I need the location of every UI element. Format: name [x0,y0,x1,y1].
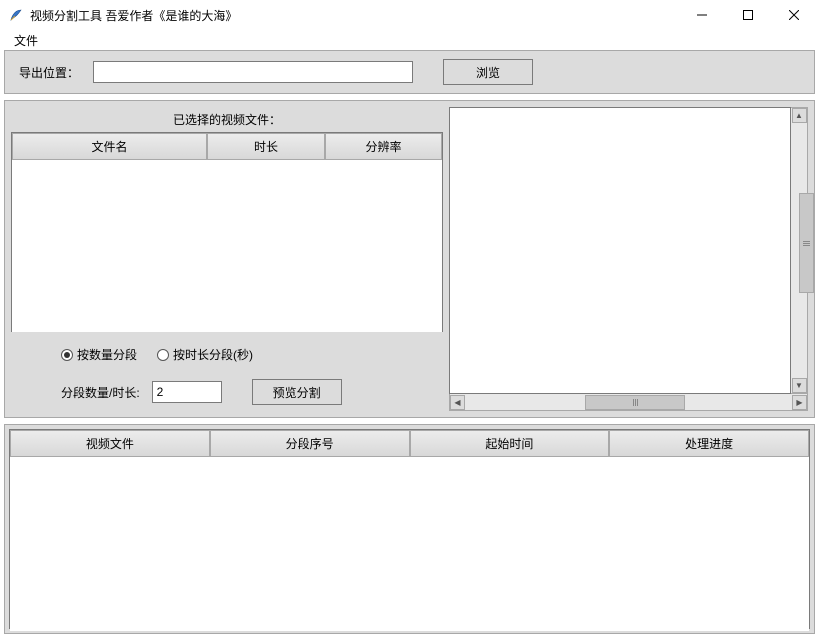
radio-by-duration[interactable]: 按时长分段(秒) [157,346,253,363]
filelist-col-name[interactable]: 文件名 [12,133,207,160]
maximize-button[interactable] [725,0,771,30]
filelist-table[interactable]: 文件名 时长 分辨率 [11,132,443,332]
browse-button[interactable]: 浏览 [443,59,533,85]
window-title: 视频分割工具 吾爱作者《是谁的大海》 [30,7,237,24]
task-col-file[interactable]: 视频文件 [10,430,210,457]
titlebar: 视频分割工具 吾爱作者《是谁的大海》 [0,0,819,30]
scroll-left-icon[interactable]: ◀ [450,395,465,410]
filelist-col-duration[interactable]: 时长 [207,133,325,160]
radio-icon [157,349,169,361]
task-col-index[interactable]: 分段序号 [210,430,410,457]
task-col-progress[interactable]: 处理进度 [609,430,809,457]
preview-canvas [449,107,791,394]
minimize-button[interactable] [679,0,725,30]
menubar: 文件 [0,30,819,50]
segparam-input[interactable] [152,381,222,403]
segparam-label: 分段数量/时长: [61,384,140,401]
preview-hscrollbar[interactable]: ◀ ▶ [449,394,808,411]
preview-vscrollbar[interactable]: ▲ ▼ [791,107,808,394]
radio-icon [61,349,73,361]
scroll-right-icon[interactable]: ▶ [792,395,807,410]
task-col-start[interactable]: 起始时间 [410,430,610,457]
preview-split-button[interactable]: 预览分割 [252,379,342,405]
export-panel: 导出位置： 浏览 [4,50,815,94]
scroll-thumb[interactable] [585,395,685,410]
radio-by-duration-label: 按时长分段(秒) [173,346,253,363]
export-label: 导出位置： [13,64,85,81]
filelist-title: 已选择的视频文件： [11,107,443,132]
task-panel: 视频文件 分段序号 起始时间 处理进度 [4,424,815,634]
radio-by-count[interactable]: 按数量分段 [61,346,137,363]
filelist-col-resolution[interactable]: 分辨率 [325,133,442,160]
export-path-input[interactable] [93,61,413,83]
app-icon [8,7,24,23]
scroll-thumb[interactable] [799,193,814,293]
scroll-down-icon[interactable]: ▼ [792,378,807,393]
menu-file[interactable]: 文件 [8,30,44,51]
main-split-panel: 已选择的视频文件： 文件名 时长 分辨率 按数量分段 按时长分段(秒) [4,100,815,418]
radio-by-count-label: 按数量分段 [77,346,137,363]
close-button[interactable] [771,0,817,30]
scroll-up-icon[interactable]: ▲ [792,108,807,123]
filelist-body[interactable] [12,160,442,332]
task-table[interactable]: 视频文件 分段序号 起始时间 处理进度 [9,429,810,629]
task-body[interactable] [10,457,809,631]
